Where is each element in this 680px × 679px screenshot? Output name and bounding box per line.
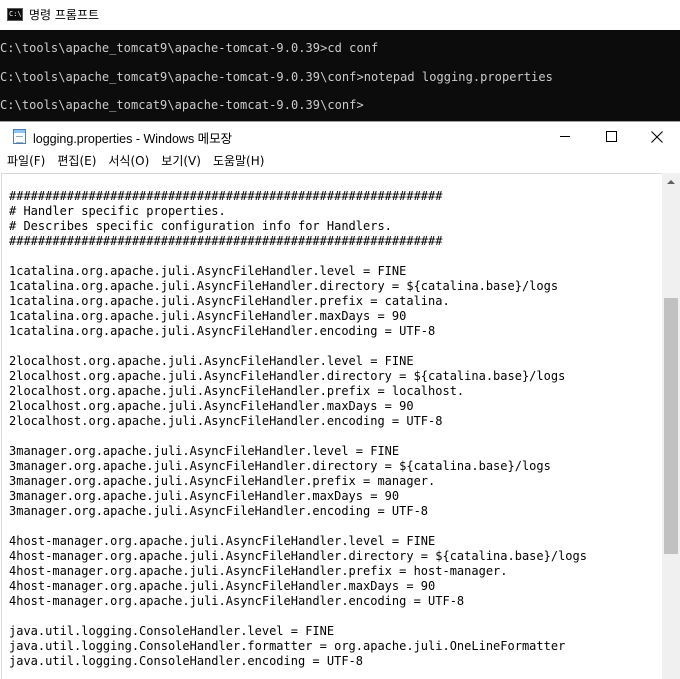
cmd-titlebar[interactable]: C:\ 명령 프롬프트	[0, 0, 680, 30]
cmd-line: C:\tools\apache_tomcat9\apache-tomcat-9.…	[0, 41, 379, 55]
scroll-up-arrow-icon	[667, 179, 675, 184]
menu-view[interactable]: 보기(V)	[154, 151, 206, 172]
maximize-icon	[605, 131, 617, 142]
close-button[interactable]	[634, 122, 680, 151]
notepad-titlebar[interactable]: logging.properties - Windows 메모장	[0, 122, 680, 151]
notepad-text-area[interactable]: ########################################…	[1, 173, 662, 679]
cmd-icon-text: C:\	[9, 10, 22, 18]
command-prompt-icon: C:\	[7, 8, 23, 21]
menu-format[interactable]: 서식(O)	[101, 151, 154, 172]
maximize-button[interactable]	[588, 122, 634, 151]
scroll-up-button[interactable]	[662, 173, 680, 190]
scrollbar-thumb[interactable]	[664, 298, 678, 554]
menu-help[interactable]: 도움말(H)	[206, 151, 270, 172]
minimize-button[interactable]	[542, 122, 588, 151]
notepad-window-title: logging.properties - Windows 메모장	[33, 132, 233, 146]
menu-file[interactable]: 파일(F)	[0, 151, 50, 172]
notepad-icon	[13, 129, 26, 144]
notepad-menubar: 파일(F) 편집(E) 서식(O) 보기(V) 도움말(H)	[0, 151, 680, 172]
cmd-line: C:\tools\apache_tomcat9\apache-tomcat-9.…	[0, 98, 364, 112]
file-content: ########################################…	[9, 189, 587, 668]
minimize-icon	[560, 136, 570, 137]
close-icon	[651, 130, 663, 143]
cmd-window-title: 명령 프롬프트	[29, 8, 100, 22]
cmd-line: C:\tools\apache_tomcat9\apache-tomcat-9.…	[0, 70, 553, 84]
vertical-scrollbar[interactable]	[662, 173, 680, 679]
menu-edit[interactable]: 편집(E)	[50, 151, 101, 172]
notepad-window: logging.properties - Windows 메모장 파일(F) 편…	[0, 121, 680, 679]
